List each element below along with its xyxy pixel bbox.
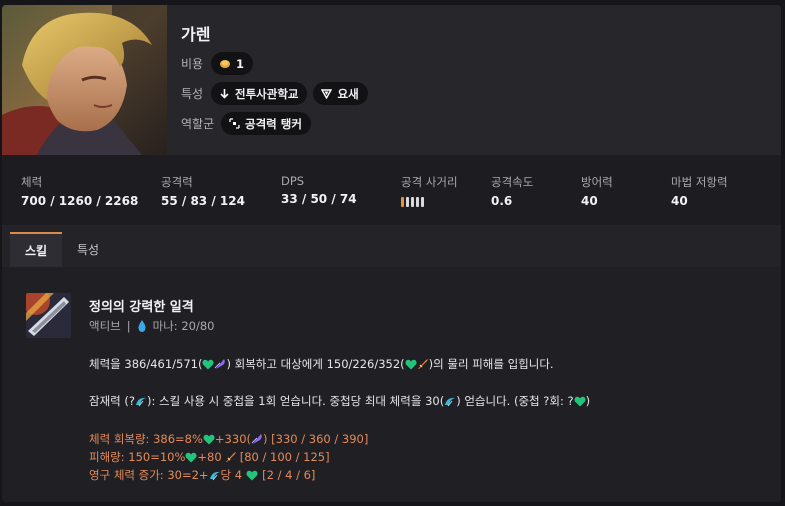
trait-label: 특성 <box>181 87 204 101</box>
trait-badge-bastion[interactable]: 요새 <box>313 82 368 105</box>
potential-icon <box>445 397 456 406</box>
stat-label: 공격 사거리 <box>401 175 458 189</box>
role-label: 역할군 <box>181 117 215 131</box>
role-badge: 공격력 탱커 <box>221 112 311 135</box>
stat-value: 40 <box>671 194 688 208</box>
tab-traits[interactable]: 특성 <box>62 232 114 267</box>
stat-value: 40 <box>581 194 598 208</box>
skill-mana: 마나: 20/80 <box>152 319 215 333</box>
cost-row: 비용 1 <box>181 52 254 75</box>
gold-coin-icon <box>220 59 230 68</box>
stat-hp: 체력 700 / 1260 / 2268 <box>21 174 138 208</box>
skill-panel: 정의의 강력한 일격 액티브 | 마나: 20/80 체력을 386/461/5… <box>2 267 781 502</box>
desc-text: 체력을 386/461/571( <box>89 357 203 371</box>
champion-card: 가렌 비용 1 특성 전투사관학교 요새 역할군 공격력 탱커 체력 700 /… <box>2 5 781 502</box>
stat-dps: DPS 33 / 50 / 74 <box>281 174 357 206</box>
stat-attack-speed: 공격속도 0.6 <box>491 174 533 208</box>
range-bar <box>406 197 409 207</box>
ability-power-icon <box>251 434 262 444</box>
attack-damage-icon <box>417 359 428 369</box>
potential-icon <box>209 471 220 480</box>
skill-icon <box>26 293 71 338</box>
stat-label: 체력 <box>21 175 43 189</box>
tab-bar: 스킬 특성 <box>2 225 781 267</box>
stat-label: 방어력 <box>581 175 613 189</box>
attack-damage-icon <box>225 452 236 462</box>
desc-text: +330( <box>214 432 251 446</box>
cost-badge: 1 <box>211 52 254 75</box>
range-bar <box>416 197 419 207</box>
trait-name: 전투사관학교 <box>235 86 299 101</box>
role-name: 공격력 탱커 <box>245 116 302 131</box>
stat-value: 0.6 <box>491 194 513 208</box>
stat-value: 55 / 83 / 124 <box>161 194 245 208</box>
range-bar <box>401 197 404 207</box>
stat-label: DPS <box>281 174 305 188</box>
health-icon <box>574 396 586 406</box>
heal-scaling-line: 체력 회복량: 386=8% +330( ) [330 / 360 / 390] <box>89 431 368 447</box>
desc-text: +80 <box>197 450 222 464</box>
role-row: 역할군 공격력 탱커 <box>181 112 311 135</box>
health-icon <box>405 359 417 369</box>
skill-description-line: 잠재력 (? ): 스킬 사용 시 중첩을 1회 얻습니다. 중첩당 최대 체력… <box>89 393 590 409</box>
range-indicator <box>401 197 458 207</box>
desc-text: ) 얻습니다. (중첩 ?회: ? <box>456 394 574 408</box>
desc-text: )의 물리 피해를 입힙니다. <box>428 357 554 371</box>
desc-text: ) 회복하고 대상에게 150/226/352( <box>226 357 405 371</box>
potential-icon <box>136 397 146 406</box>
desc-text: ) [330 / 360 / 390] <box>263 432 369 446</box>
desc-text: 체력 회복량: 386=8% <box>89 432 203 446</box>
health-icon <box>246 470 258 480</box>
champion-header: 가렌 비용 1 특성 전투사관학교 요새 역할군 공격력 탱커 <box>2 5 781 155</box>
trait-row: 특성 전투사관학교 요새 <box>181 82 368 105</box>
desc-text: ): 스킬 사용 시 중첩을 1회 얻습니다. 중첩당 최대 체력을 30( <box>147 394 445 408</box>
academy-icon <box>220 89 229 99</box>
skill-description-line: 체력을 386/461/571( ) 회복하고 대상에게 150/226/352… <box>89 356 554 372</box>
skill-meta: 액티브 | 마나: 20/80 <box>89 318 214 334</box>
ad-tank-role-icon <box>229 118 240 129</box>
meta-separator: | <box>126 319 131 333</box>
trait-name: 요새 <box>337 86 359 101</box>
champion-portrait <box>2 5 167 155</box>
cost-label: 비용 <box>181 57 204 71</box>
damage-scaling-line: 피해량: 150=10% +80 [80 / 100 / 125] <box>89 449 330 465</box>
desc-text: 영구 체력 증가: 30=2+ <box>89 468 209 482</box>
range-bar <box>411 197 414 207</box>
trait-badge-academy[interactable]: 전투사관학교 <box>211 82 308 105</box>
stat-label: 공격력 <box>161 175 193 189</box>
ability-power-icon <box>215 359 226 369</box>
cost-value: 1 <box>236 56 245 71</box>
health-icon <box>202 359 215 369</box>
stats-bar: 체력 700 / 1260 / 2268 공격력 55 / 83 / 124 D… <box>2 155 781 225</box>
champion-name: 가렌 <box>181 25 211 44</box>
desc-text: 당 4 <box>220 468 243 482</box>
tab-skill[interactable]: 스킬 <box>10 232 62 267</box>
stat-magic-resist: 마법 저항력 40 <box>671 174 728 208</box>
stat-value: 700 / 1260 / 2268 <box>21 194 139 208</box>
health-icon <box>203 434 215 444</box>
desc-text: [80 / 100 / 125] <box>239 450 330 464</box>
health-icon <box>185 452 197 462</box>
stat-value: 33 / 50 / 74 <box>281 192 357 206</box>
desc-text: 피해량: 150=10% <box>89 450 186 464</box>
permanent-hp-line: 영구 체력 증가: 30=2+ 당 4 [2 / 4 / 6] <box>89 467 315 483</box>
stat-ad: 공격력 55 / 83 / 124 <box>161 174 245 208</box>
skill-type: 액티브 <box>89 319 121 333</box>
mana-icon <box>138 320 146 332</box>
range-bar <box>421 197 424 207</box>
stat-range: 공격 사거리 <box>401 174 458 207</box>
stat-label: 마법 저항력 <box>671 175 728 189</box>
skill-name: 정의의 강력한 일격 <box>89 300 194 315</box>
desc-text: [2 / 4 / 6] <box>262 468 316 482</box>
stat-armor: 방어력 40 <box>581 174 613 208</box>
desc-text: 잠재력 (? <box>89 394 135 408</box>
bastion-icon <box>321 89 333 99</box>
stat-label: 공격속도 <box>491 175 534 189</box>
desc-text: ) <box>585 394 591 408</box>
